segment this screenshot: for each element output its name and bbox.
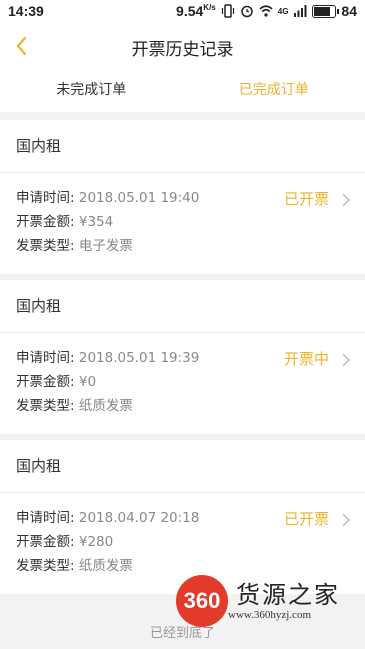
watermark-url: www.360hyzj.com xyxy=(228,609,311,621)
invoice-type-row: 发票类型: 电子发票 xyxy=(16,238,133,254)
amount-row: 开票金额: ¥354 xyxy=(16,214,114,230)
chevron-right-icon xyxy=(342,193,351,207)
watermark-text: 货源之家 www.360hyzj.com xyxy=(228,581,340,621)
network-speed: 9.54K/s xyxy=(176,3,216,19)
invoice-card[interactable]: 国内租 申请时间: 2018.05.01 19:39 开票金额: ¥0 发票类型… xyxy=(0,280,365,434)
invoice-details: 申请时间: 2018.05.01 19:39 开票金额: ¥0 发票类型: 纸质… xyxy=(0,333,365,434)
invoice-card[interactable]: 国内租 申请时间: 2018.04.07 20:18 开票金额: ¥280 发票… xyxy=(0,440,365,594)
amount-row: 开票金额: ¥0 xyxy=(16,374,97,390)
tab-completed-orders[interactable]: 已完成订单 xyxy=(183,68,365,112)
battery-percent: 84 xyxy=(341,3,357,19)
invoice-type-row: 发票类型: 纸质发票 xyxy=(16,398,133,414)
vibrate-icon xyxy=(221,4,234,18)
watermark-logo: 360 货源之家 www.360hyzj.com xyxy=(176,575,340,627)
watermark-name: 货源之家 xyxy=(236,581,340,609)
invoice-details: 申请时间: 2018.05.01 19:40 开票金额: ¥354 发票类型: … xyxy=(0,173,365,274)
tab-incomplete-orders[interactable]: 未完成订单 xyxy=(0,68,183,112)
watermark-badge: 360 xyxy=(176,575,228,627)
status-bar: 14:39 9.54K/s 4G 84 xyxy=(0,0,365,24)
amount-row: 开票金额: ¥280 xyxy=(16,534,114,550)
wifi-icon xyxy=(259,5,273,17)
invoice-category: 国内租 xyxy=(0,280,365,333)
status-time: 14:39 xyxy=(8,3,44,19)
chevron-right-icon xyxy=(342,513,351,527)
status-icons: 9.54K/s 4G 84 xyxy=(176,3,357,19)
status-badge: 已开票 xyxy=(283,510,329,528)
status-badge: 开票中 xyxy=(283,350,329,368)
invoice-category: 国内租 xyxy=(0,440,365,493)
nav-bar: 开票历史记录 xyxy=(0,24,365,68)
signal-icon xyxy=(294,5,307,17)
signal-4g-label: 4G xyxy=(277,6,289,16)
status-badge: 已开票 xyxy=(283,190,329,208)
invoice-category: 国内租 xyxy=(0,120,365,173)
chevron-right-icon xyxy=(342,353,351,367)
page-title: 开票历史记录 xyxy=(131,40,234,60)
alarm-icon xyxy=(241,5,253,18)
battery-icon xyxy=(312,4,340,18)
tab-bar: 未完成订单 已完成订单 xyxy=(0,68,365,112)
invoice-card[interactable]: 国内租 申请时间: 2018.05.01 19:40 开票金额: ¥354 发票… xyxy=(0,120,365,274)
